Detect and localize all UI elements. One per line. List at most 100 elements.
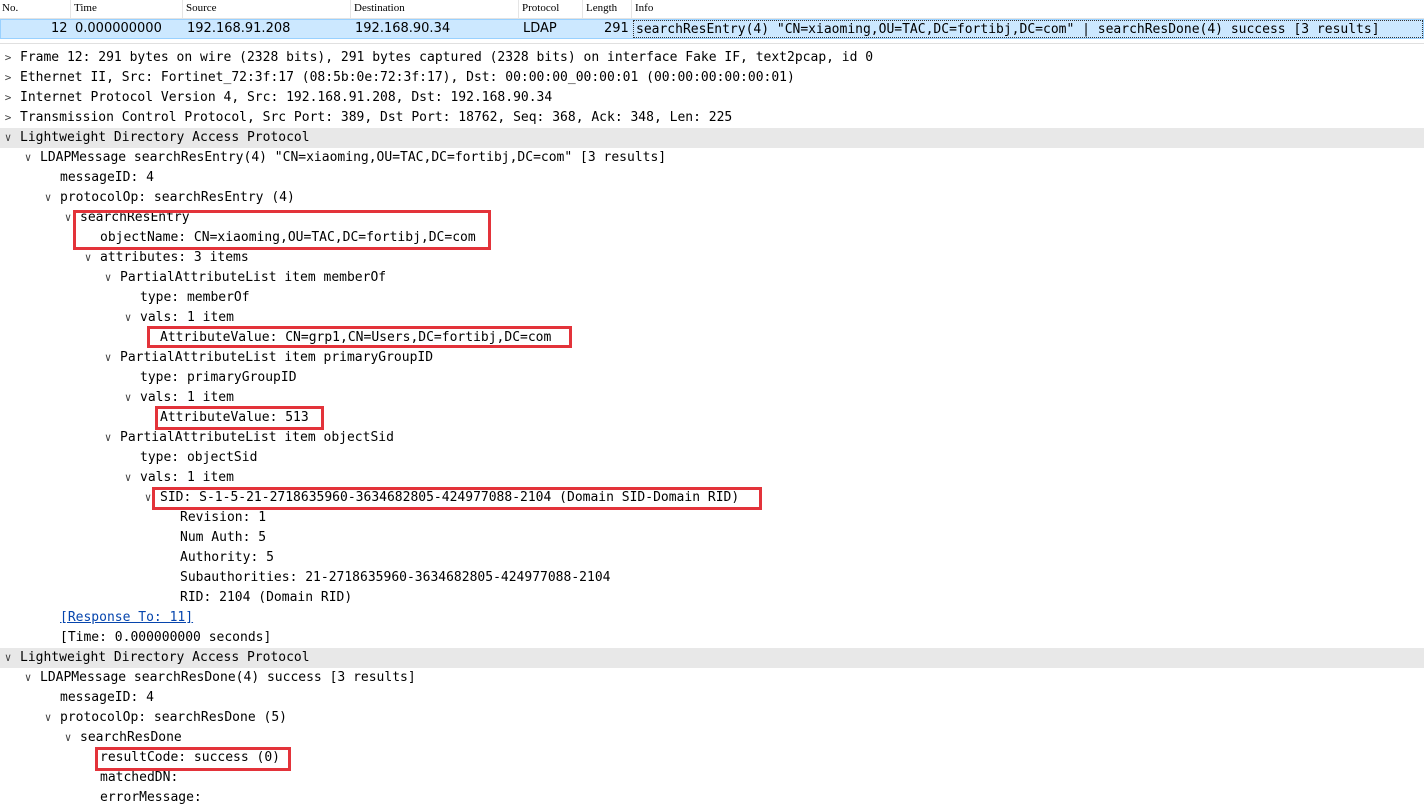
response-to-link[interactable]: [Response To: 11] (60, 608, 193, 628)
type-memberof: type: memberOf (140, 290, 250, 305)
authority: Authority: 5 (180, 550, 274, 565)
vals-1: vals: 1 item (140, 310, 234, 325)
expand-down-icon[interactable]: ∨ (102, 428, 114, 448)
tree-row-response-to[interactable]: [Response To: 11] (0, 608, 1424, 628)
column-time[interactable]: Time (74, 2, 97, 14)
ip-summary: Internet Protocol Version 4, Src: 192.16… (20, 90, 553, 105)
tree-row-message-id-2[interactable]: messageID: 4 (0, 688, 1424, 708)
tree-row-pal-memberof[interactable]: ∨ PartialAttributeList item memberOf (0, 268, 1424, 288)
packet-protocol: LDAP (523, 21, 557, 36)
expand-down-icon[interactable]: ∨ (82, 248, 94, 268)
tree-row-message-id-1[interactable]: messageID: 4 (0, 168, 1424, 188)
tree-row-tcp[interactable]: > Transmission Control Protocol, Src Por… (0, 108, 1424, 128)
expand-down-icon[interactable]: ∨ (122, 468, 134, 488)
expand-down-icon[interactable]: ∨ (2, 128, 14, 148)
expand-down-icon[interactable]: ∨ (42, 708, 54, 728)
expand-down-icon[interactable]: ∨ (62, 728, 74, 748)
pal-objectsid: PartialAttributeList item objectSid (120, 430, 394, 445)
tree-row-protocolop-2[interactable]: ∨ protocolOp: searchResDone (5) (0, 708, 1424, 728)
column-info[interactable]: Info (635, 2, 653, 14)
tree-row-vals-2[interactable]: ∨ vals: 1 item (0, 388, 1424, 408)
column-no[interactable]: No. (2, 2, 18, 14)
packet-info: searchResEntry(4) "CN=xiaoming,OU=TAC,DC… (636, 22, 1380, 37)
tree-row-rid[interactable]: RID: 2104 (Domain RID) (0, 588, 1424, 608)
packet-length: 291 (604, 21, 629, 36)
expand-down-icon[interactable]: ∨ (122, 308, 134, 328)
tree-row-attributes[interactable]: ∨ attributes: 3 items (0, 248, 1424, 268)
tree-row-authority[interactable]: Authority: 5 (0, 548, 1424, 568)
expand-right-icon[interactable]: > (2, 88, 14, 108)
packet-destination: 192.168.90.34 (355, 21, 451, 36)
tree-row-time[interactable]: [Time: 0.000000000 seconds] (0, 628, 1424, 648)
rid: RID: 2104 (Domain RID) (180, 590, 353, 605)
tree-row-type-objectsid[interactable]: type: objectSid (0, 448, 1424, 468)
tree-row-ldap-message-2[interactable]: ∨ LDAPMessage searchResDone(4) success [… (0, 668, 1424, 688)
expand-down-icon[interactable]: ∨ (122, 388, 134, 408)
tree-row-matched-dn[interactable]: matchedDN: (0, 768, 1424, 788)
subauthorities: Subauthorities: 21-2718635960-3634682805… (180, 570, 611, 585)
column-source[interactable]: Source (186, 2, 217, 14)
packet-source: 192.168.91.208 (187, 21, 291, 36)
type-objectsid: type: objectSid (140, 450, 258, 465)
expand-right-icon[interactable]: > (2, 68, 14, 88)
ldap-protocol-2: Lightweight Directory Access Protocol (20, 650, 310, 665)
pal-primarygroup: PartialAttributeList item primaryGroupID (120, 350, 434, 365)
expand-down-icon[interactable]: ∨ (22, 148, 34, 168)
tree-row-subauthorities[interactable]: Subauthorities: 21-2718635960-3634682805… (0, 568, 1424, 588)
packet-row-selected[interactable]: 12 0.000000000 192.168.91.208 192.168.90… (0, 19, 1424, 39)
ldap-protocol-1: Lightweight Directory Access Protocol (20, 130, 310, 145)
time-field: [Time: 0.000000000 seconds] (60, 630, 272, 645)
message-id-1: messageID: 4 (60, 170, 154, 185)
expand-down-icon[interactable]: ∨ (2, 648, 14, 668)
num-auth: Num Auth: 5 (180, 530, 267, 545)
expand-right-icon[interactable]: > (2, 48, 14, 68)
frame-summary: Frame 12: 291 bytes on wire (2328 bits),… (20, 50, 874, 65)
search-res-done: searchResDone (80, 730, 182, 745)
tree-row-frame[interactable]: > Frame 12: 291 bytes on wire (2328 bits… (0, 48, 1424, 68)
tree-row-ip[interactable]: > Internet Protocol Version 4, Src: 192.… (0, 88, 1424, 108)
tree-row-vals-3[interactable]: ∨ vals: 1 item (0, 468, 1424, 488)
type-primarygroup: type: primaryGroupID (140, 370, 297, 385)
tree-row-ldap-2[interactable]: ∨ Lightweight Directory Access Protocol (0, 648, 1424, 668)
protocol-op-2: protocolOp: searchResDone (5) (60, 710, 287, 725)
tree-row-type-memberof[interactable]: type: memberOf (0, 288, 1424, 308)
expand-right-icon[interactable]: > (2, 108, 14, 128)
column-protocol[interactable]: Protocol (522, 2, 559, 14)
highlight-box-sid (152, 487, 762, 510)
expand-down-icon[interactable]: ∨ (102, 268, 114, 288)
tree-row-pal-primarygroup[interactable]: ∨ PartialAttributeList item primaryGroup… (0, 348, 1424, 368)
pal-memberof: PartialAttributeList item memberOf (120, 270, 387, 285)
tree-row-pal-objectsid[interactable]: ∨ PartialAttributeList item objectSid (0, 428, 1424, 448)
column-length[interactable]: Length (586, 2, 617, 14)
highlight-box-result-code (95, 747, 291, 771)
ldap-message-1: LDAPMessage searchResEntry(4) "CN=xiaomi… (40, 150, 667, 165)
message-id-2: messageID: 4 (60, 690, 154, 705)
expand-down-icon[interactable]: ∨ (22, 668, 34, 688)
tree-row-type-primarygroup[interactable]: type: primaryGroupID (0, 368, 1424, 388)
tree-row-revision[interactable]: Revision: 1 (0, 508, 1424, 528)
tree-row-ldap-message-1[interactable]: ∨ LDAPMessage searchResEntry(4) "CN=xiao… (0, 148, 1424, 168)
revision: Revision: 1 (180, 510, 267, 525)
column-destination[interactable]: Destination (354, 2, 405, 14)
tree-row-protocolop-1[interactable]: ∨ protocolOp: searchResEntry (4) (0, 188, 1424, 208)
expand-down-icon[interactable]: ∨ (102, 348, 114, 368)
tree-row-vals-1[interactable]: ∨ vals: 1 item (0, 308, 1424, 328)
vals-3: vals: 1 item (140, 470, 234, 485)
vals-2: vals: 1 item (140, 390, 234, 405)
matched-dn: matchedDN: (100, 770, 179, 785)
highlight-box-search-res-entry (73, 210, 491, 250)
error-message: errorMessage: (100, 790, 202, 805)
ethernet-summary: Ethernet II, Src: Fortinet_72:3f:17 (08:… (20, 70, 795, 85)
highlight-box-attr-value-513 (155, 406, 324, 430)
tree-row-ethernet[interactable]: > Ethernet II, Src: Fortinet_72:3f:17 (0… (0, 68, 1424, 88)
tcp-summary: Transmission Control Protocol, Src Port:… (20, 110, 733, 125)
tree-row-search-res-done[interactable]: ∨ searchResDone (0, 728, 1424, 748)
tree-row-num-auth[interactable]: Num Auth: 5 (0, 528, 1424, 548)
expand-down-icon[interactable]: ∨ (42, 188, 54, 208)
tree-row-error-message[interactable]: errorMessage: (0, 788, 1424, 808)
highlight-box-attr-value-group (147, 326, 572, 348)
pane-divider[interactable] (0, 43, 1424, 44)
packet-list-header: No. Time Source Destination Protocol Len… (0, 0, 1424, 19)
tree-row-ldap-1[interactable]: ∨ Lightweight Directory Access Protocol (0, 128, 1424, 148)
protocol-op-1: protocolOp: searchResEntry (4) (60, 190, 295, 205)
